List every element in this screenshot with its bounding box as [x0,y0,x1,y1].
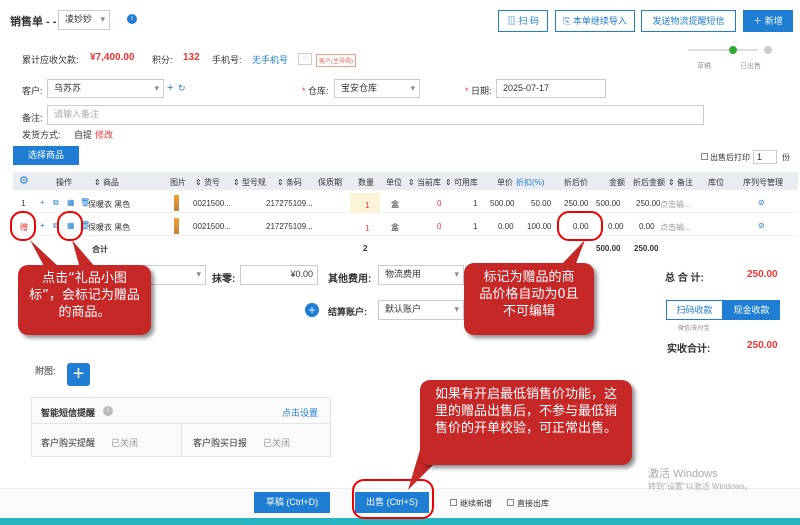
callout-zero-price: 标记为赠品的商品价格自动为0且不可编辑 [464,263,594,335]
callout-min-price: 如果有开启最低销售价功能，这里的赠品出售后，不参与最低销售价的开单校验，可正常出… [420,380,632,465]
callout-gift-icon: 点击“礼品小图标”，会标记为赠品的商品。 [18,265,151,335]
callout-pointers [30,240,585,490]
